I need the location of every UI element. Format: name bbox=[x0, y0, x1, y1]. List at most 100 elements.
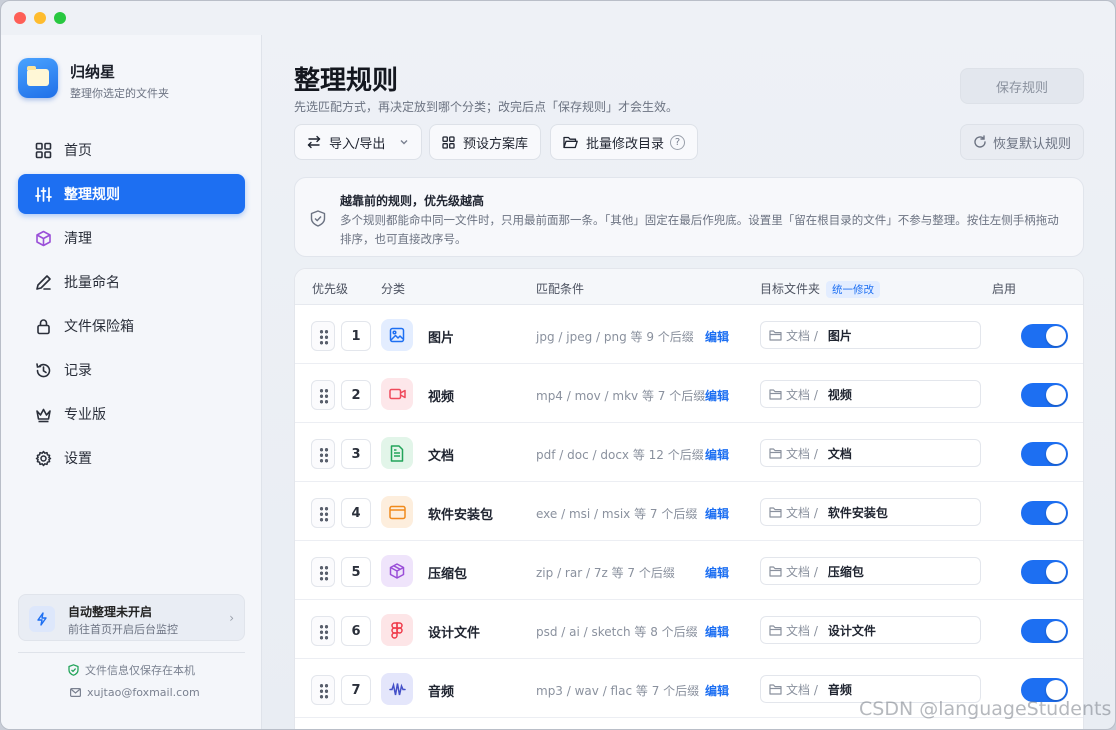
drag-handle-icon[interactable] bbox=[311, 498, 335, 528]
enable-toggle[interactable] bbox=[1021, 619, 1068, 643]
sidebar-item-rules[interactable]: 整理规则 bbox=[18, 174, 245, 214]
priority-notice: 越靠前的规则，优先级越高 多个规则都能命中同一文件时，只用最前面那一条。「其他」… bbox=[294, 177, 1084, 257]
contact-email[interactable]: xujtao@foxmail.com bbox=[70, 686, 200, 699]
app-window: 归纳星 整理你选定的文件夹 首页 整理规则 清理 批量命名 文件保险箱 记录 专… bbox=[0, 0, 1116, 730]
sidebar-item-home[interactable]: 首页 bbox=[18, 130, 245, 170]
edit-condition-link[interactable]: 编辑 bbox=[705, 328, 729, 345]
video-icon bbox=[381, 378, 413, 410]
sidebar-item-label: 设置 bbox=[64, 451, 92, 467]
drag-handle-icon[interactable] bbox=[311, 616, 335, 646]
swap-icon bbox=[307, 135, 321, 149]
auto-organize-card[interactable]: 自动整理未开启 前往首页开启后台监控 › bbox=[18, 594, 245, 641]
category-name: 文档 bbox=[428, 449, 455, 464]
enable-toggle[interactable] bbox=[1021, 501, 1068, 525]
sidebar-item-pro[interactable]: 专业版 bbox=[18, 394, 245, 434]
column-header-category: 分类 bbox=[381, 282, 406, 296]
sidebar-item-label: 首页 bbox=[64, 143, 92, 159]
import-export-button[interactable]: 导入/导出 bbox=[294, 124, 423, 160]
target-folder-field[interactable]: 文档 / 视频 bbox=[760, 380, 981, 408]
folder-open-icon bbox=[563, 136, 578, 148]
rules-table: 优先级 分类 匹配条件 目标文件夹 统一修改 启用 1 图片 jpg / jpeg… bbox=[294, 268, 1084, 729]
sidebar-item-vault[interactable]: 文件保险箱 bbox=[18, 306, 245, 346]
restore-defaults-button[interactable]: 恢复默认规则 bbox=[960, 124, 1084, 160]
drag-handle-icon[interactable] bbox=[311, 675, 335, 705]
target-folder-prefix: 文档 / bbox=[786, 446, 818, 461]
close-window-button[interactable] bbox=[14, 12, 26, 24]
column-header-priority: 优先级 bbox=[312, 282, 349, 296]
sidebar-item-batch-rename[interactable]: 批量命名 bbox=[18, 262, 245, 302]
sidebar-item-history[interactable]: 记录 bbox=[18, 350, 245, 390]
target-folder-field[interactable]: 文档 / 文档 bbox=[760, 439, 981, 467]
sidebar-item-label: 清理 bbox=[64, 231, 92, 247]
sidebar-item-settings[interactable]: 设置 bbox=[18, 438, 245, 478]
drag-handle-icon[interactable] bbox=[311, 321, 335, 351]
history-icon bbox=[34, 361, 52, 379]
shield-check-icon bbox=[68, 664, 79, 676]
edit-condition-link[interactable]: 编辑 bbox=[705, 564, 729, 581]
priority-number-field[interactable]: 3 bbox=[341, 439, 371, 469]
priority-number-field[interactable]: 6 bbox=[341, 616, 371, 646]
document-icon bbox=[381, 437, 413, 469]
target-folder-name: 视频 bbox=[827, 387, 852, 402]
priority-number-field[interactable]: 5 bbox=[341, 557, 371, 587]
priority-number-field[interactable]: 7 bbox=[341, 675, 371, 705]
priority-number-field[interactable]: 2 bbox=[341, 380, 371, 410]
sidebar-item-label: 整理规则 bbox=[64, 187, 120, 203]
pen-icon bbox=[34, 273, 52, 291]
edit-condition-link[interactable]: 编辑 bbox=[705, 505, 729, 522]
auto-organize-title: 自动整理未开启 bbox=[68, 605, 153, 619]
target-folder-name: 软件安装包 bbox=[827, 505, 888, 520]
target-folder-name: 图片 bbox=[827, 328, 852, 343]
target-folder-prefix: 文档 / bbox=[786, 623, 818, 638]
match-condition: psd / ai / sketch 等 8 个后缀 bbox=[536, 625, 698, 639]
enable-toggle[interactable] bbox=[1021, 324, 1068, 348]
drag-handle-icon[interactable] bbox=[311, 439, 335, 469]
table-header: 优先级 分类 匹配条件 目标文件夹 统一修改 启用 bbox=[295, 269, 1083, 305]
target-folder-prefix: 文档 / bbox=[786, 682, 818, 697]
sidebar-item-clean[interactable]: 清理 bbox=[18, 218, 245, 258]
save-rules-button[interactable]: 保存规则 bbox=[960, 68, 1084, 104]
category-name: 视频 bbox=[428, 390, 455, 405]
table-row: 2 视频 mp4 / mov / mkv 等 7 个后缀 编辑 文档 / 视频 bbox=[295, 364, 1083, 423]
category-name: 软件安装包 bbox=[428, 508, 494, 523]
table-row: 1 图片 jpg / jpeg / png 等 9 个后缀 编辑 文档 / 图片 bbox=[295, 305, 1083, 364]
target-folder-field[interactable]: 文档 / 软件安装包 bbox=[760, 498, 981, 526]
target-folder-name: 文档 bbox=[827, 446, 852, 461]
drag-handle-icon[interactable] bbox=[311, 557, 335, 587]
edit-condition-link[interactable]: 编辑 bbox=[705, 446, 729, 463]
target-folder-field[interactable]: 文档 / 图片 bbox=[760, 321, 981, 349]
zoom-window-button[interactable] bbox=[54, 12, 66, 24]
sidebar-item-label: 批量命名 bbox=[64, 275, 120, 291]
title-bar bbox=[1, 1, 1115, 35]
enable-toggle[interactable] bbox=[1021, 442, 1068, 466]
priority-number-field[interactable]: 1 bbox=[341, 321, 371, 351]
category-name: 设计文件 bbox=[428, 626, 481, 641]
sidebar: 归纳星 整理你选定的文件夹 首页 整理规则 清理 批量命名 文件保险箱 记录 专… bbox=[1, 35, 262, 729]
unify-edit-button[interactable]: 统一修改 bbox=[826, 281, 881, 298]
privacy-note: 文件信息仅保存在本机 bbox=[68, 662, 195, 678]
enable-toggle[interactable] bbox=[1021, 560, 1068, 584]
page-description: 先选匹配方式，再决定放到哪个分类；改完后点「保存规则」才会生效。 bbox=[294, 100, 679, 114]
edit-condition-link[interactable]: 编辑 bbox=[705, 623, 729, 640]
target-folder-field[interactable]: 文档 / 设计文件 bbox=[760, 616, 981, 644]
help-icon[interactable]: ? bbox=[670, 134, 686, 150]
package-icon bbox=[381, 555, 413, 587]
preset-library-button[interactable]: 预设方案库 bbox=[429, 124, 542, 160]
batch-edit-directory-button[interactable]: 批量修改目录 ? bbox=[550, 124, 699, 160]
enable-toggle[interactable] bbox=[1021, 383, 1068, 407]
folder-icon bbox=[769, 388, 782, 400]
email-text: xujtao@foxmail.com bbox=[87, 686, 200, 699]
grid-icon bbox=[34, 141, 52, 159]
edit-condition-link[interactable]: 编辑 bbox=[705, 682, 729, 699]
priority-number-field[interactable]: 4 bbox=[341, 498, 371, 528]
drag-handle-icon[interactable] bbox=[311, 380, 335, 410]
target-folder-field[interactable]: 文档 / 压缩包 bbox=[760, 557, 981, 585]
edit-condition-link[interactable]: 编辑 bbox=[705, 387, 729, 404]
gear-icon bbox=[34, 449, 52, 467]
minimize-window-button[interactable] bbox=[34, 12, 46, 24]
category-name: 压缩包 bbox=[428, 567, 468, 582]
crown-icon bbox=[34, 405, 52, 423]
match-condition: jpg / jpeg / png 等 9 个后缀 bbox=[536, 330, 694, 344]
category-name: 音频 bbox=[428, 685, 455, 700]
table-row: 4 软件安装包 exe / msi / msix 等 7 个后缀 编辑 文档 /… bbox=[295, 482, 1083, 541]
